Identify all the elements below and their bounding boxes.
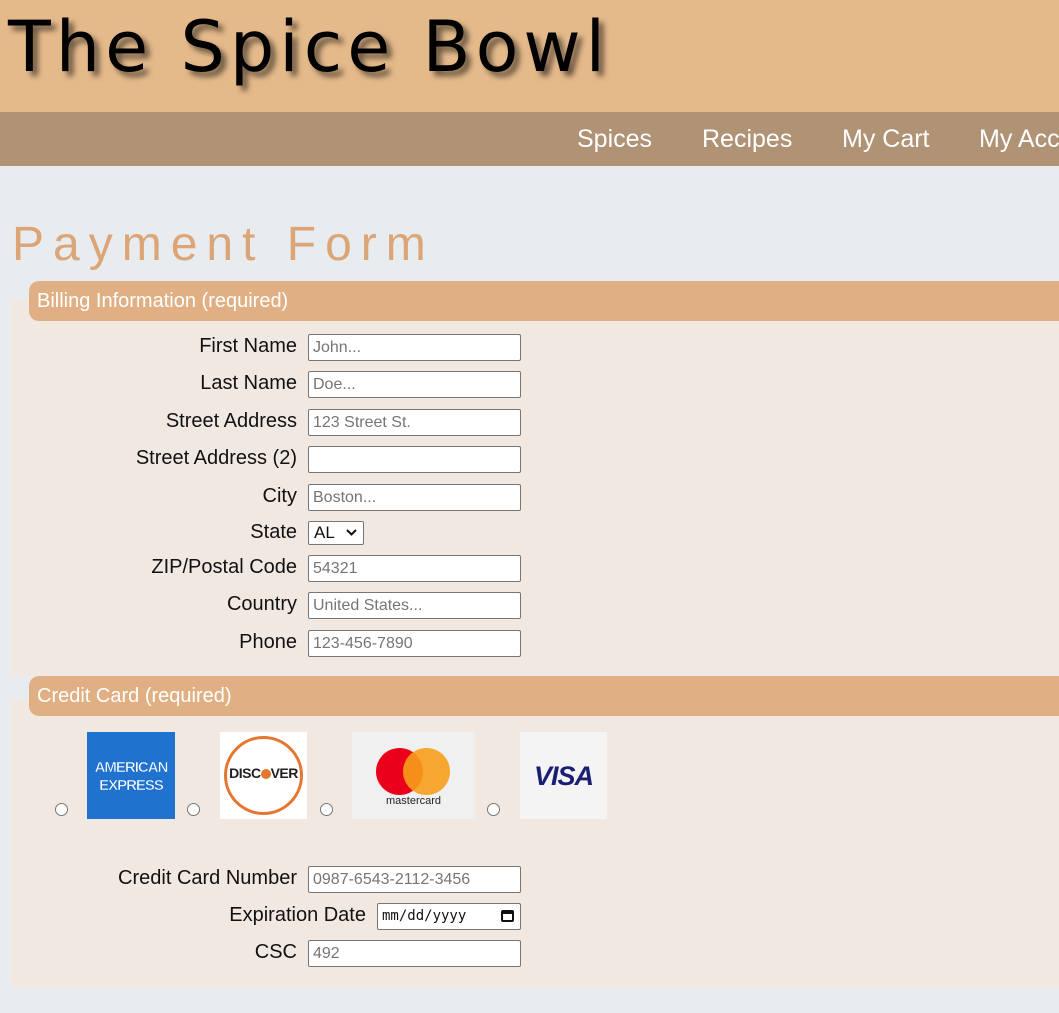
expiration-date-input[interactable]: mm/dd/yyyy — [377, 903, 521, 930]
city-input[interactable] — [308, 484, 521, 511]
nav-recipes[interactable]: Recipes — [702, 112, 792, 166]
last-name-input[interactable] — [308, 371, 521, 398]
nav-spices[interactable]: Spices — [577, 112, 652, 166]
discover-radio[interactable] — [187, 803, 200, 816]
nav-my-cart[interactable]: My Cart — [842, 112, 930, 166]
csc-input[interactable] — [308, 940, 521, 967]
state-select[interactable]: AL — [308, 521, 364, 545]
mastercard-logo-text: mastercard — [385, 795, 442, 807]
amex-logo-line2: EXPRESS — [99, 777, 164, 795]
billing-legend: Billing Information (required) — [29, 281, 1059, 321]
country-input[interactable] — [308, 592, 521, 619]
amex-logo: AMERICAN EXPRESS — [87, 732, 175, 819]
csc-label: CSC — [254, 941, 297, 963]
state-label: State — [250, 521, 297, 543]
page-title: Payment Form — [12, 218, 435, 271]
city-label: City — [262, 485, 297, 507]
country-label: Country — [226, 593, 297, 615]
state-value: AL — [314, 523, 335, 542]
card-number-input[interactable] — [308, 866, 521, 893]
card-number-label: Credit Card Number — [118, 867, 297, 889]
phone-label: Phone — [239, 631, 297, 653]
visa-logo-text: VISA — [533, 761, 594, 791]
amex-logo-line1: AMERICAN — [94, 759, 168, 777]
street-address-label: Street Address — [165, 410, 297, 432]
first-name-label: First Name — [199, 335, 297, 357]
last-name-label: Last Name — [200, 372, 297, 394]
expiration-date-placeholder: mm/dd/yyyy — [382, 908, 467, 924]
street-address-2-label: Street Address (2) — [135, 447, 297, 469]
expiration-date-label: Expiration Date — [229, 904, 366, 926]
mastercard-logo: mastercard — [352, 732, 475, 819]
main-nav: Spices Recipes My Cart My Acc — [0, 112, 1059, 166]
first-name-input[interactable] — [308, 334, 521, 361]
zip-label: ZIP/Postal Code — [151, 556, 297, 578]
discover-logo: DISC VER — [220, 732, 307, 819]
credit-card-legend: Credit Card (required) — [29, 676, 1059, 716]
zip-input[interactable] — [308, 555, 521, 582]
visa-logo: VISA — [520, 732, 607, 819]
nav-my-account[interactable]: My Acc — [979, 112, 1059, 166]
street-address-2-input[interactable] — [308, 446, 521, 473]
site-header: The Spice Bowl — [0, 0, 1059, 112]
discover-logo-text: DISC VER — [229, 765, 298, 781]
phone-input[interactable] — [308, 630, 521, 657]
amex-radio[interactable] — [55, 803, 68, 816]
chevron-down-icon — [346, 524, 357, 547]
visa-radio[interactable] — [487, 803, 500, 816]
street-address-input[interactable] — [308, 409, 521, 436]
site-title: The Spice Bowl — [8, 6, 611, 88]
calendar-icon[interactable] — [501, 910, 514, 922]
mastercard-radio[interactable] — [320, 803, 333, 816]
